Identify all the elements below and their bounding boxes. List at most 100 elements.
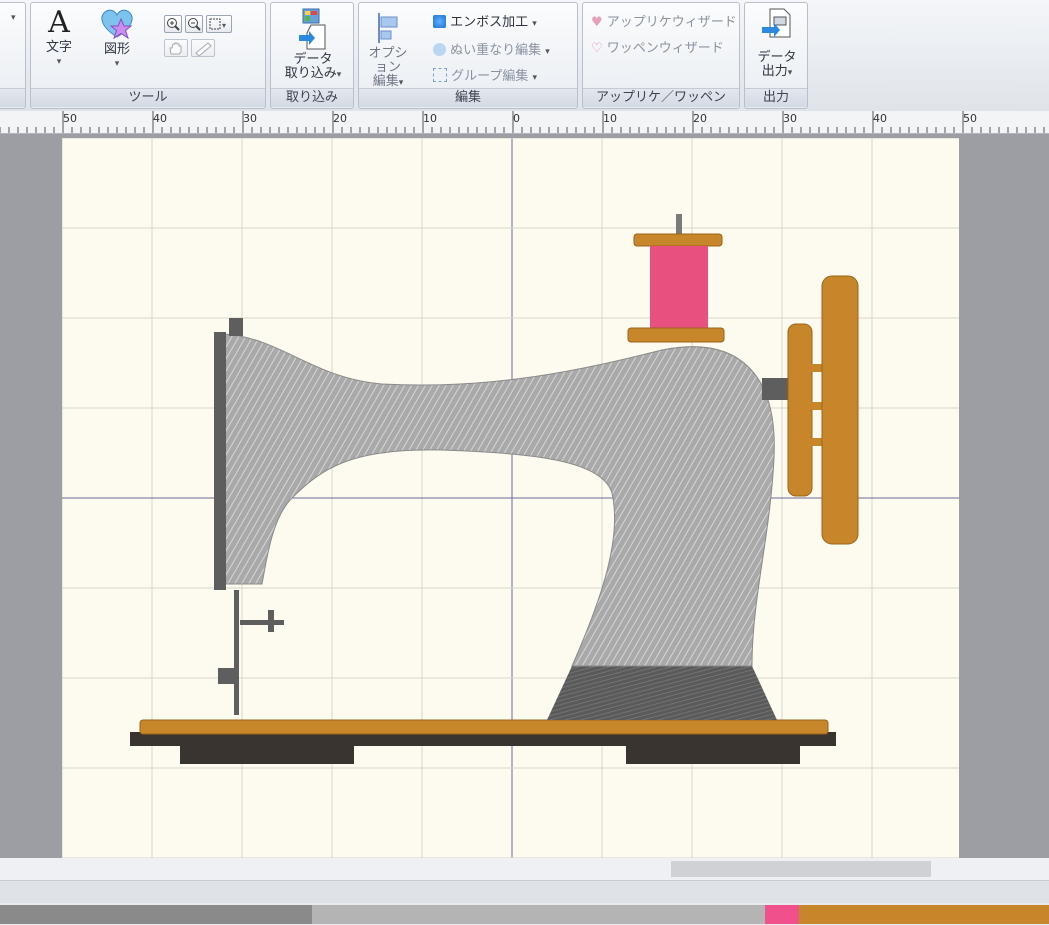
ruler-label: 40 [873,112,887,125]
stitch-overlap-button[interactable]: ぬい重なり編集 ▾ [433,39,550,58]
presser-lever [240,620,284,625]
ruler-label: 20 [693,112,707,125]
thread-color-segment[interactable] [312,905,765,924]
wheel-spoke [806,402,824,410]
design-work-area[interactable] [0,134,1049,858]
thread-color-segment[interactable] [799,905,1049,924]
horizontal-ruler: 50 40 30 20 10 0 10 20 30 40 50 [0,111,1049,134]
zoom-out-button[interactable] [185,15,203,33]
applique-wizard-button[interactable]: ♥ アップリケウィザード [591,11,737,30]
ruler-label: 50 [63,112,77,125]
hand-icon [169,42,182,55]
data-import-label-1: データ [293,52,333,67]
thread-color-sequence [0,903,1049,925]
spool-thread [650,246,708,330]
data-output-label-1: データ [757,50,797,65]
chevron-down-icon: ▾ [532,19,537,29]
letter-a-icon: A [48,5,70,40]
group-edit-label: グループ編集 [451,69,529,84]
machine-stand [547,666,777,720]
zoom-in-button[interactable] [164,15,182,33]
option-edit-label-1: オプション [368,46,408,75]
ribbon-group-output: データ 出力▾ 出力 [744,2,808,109]
emboss-icon [433,15,446,28]
overlap-icon [433,43,446,56]
spool-top [633,233,723,247]
data-import-label-2: 取り込み [284,66,337,81]
ribbon-group-tools: A 文字 ▾ 図形 ▾ ▾ ツール [30,2,266,109]
ruler-label: 50 [963,112,977,125]
data-output-button[interactable]: データ 出力▾ [749,7,805,80]
zoom-in-icon [167,18,180,31]
pan-button[interactable] [164,39,188,57]
needle-bar-post [214,332,226,590]
option-edit-button[interactable]: オプション 編集▾ [365,11,411,90]
emboss-button[interactable]: エンボス加工 ▾ [433,11,537,30]
heart-icon: ♥ [591,15,603,30]
chevron-down-icon: ▾ [336,70,342,80]
shape-tool-button[interactable]: 図形 ▾ [95,7,139,71]
group-label-tools: ツール [31,88,265,107]
ribbon: ▾ A 文字 ▾ 図形 ▾ ▾ ツール データ 取り込み▾ 取り込み オプション… [0,0,1049,111]
ribbon-group-applique: ♥ アップリケウィザード ♡ ワッペンウィザード アップリケ／ワッペン [582,2,740,109]
design-canvas[interactable] [62,138,959,858]
chevron-down-icon[interactable]: ▾ [11,13,16,23]
spool-pin [676,214,682,236]
heart-outline-icon: ♡ [591,41,603,56]
needle [234,590,239,715]
data-output-label-2: 出力 [761,64,788,79]
machine-body [221,333,775,667]
ribbon-group-clipped: ▾ [0,2,26,109]
status-bar [0,880,1049,903]
hand-wheel [821,275,859,545]
ruler-label: 10 [603,112,617,125]
group-label-import: 取り込み [271,88,353,107]
ruler-label: 30 [783,112,797,125]
group-icon [433,68,447,82]
wheel-spoke [806,438,824,446]
data-import-button[interactable]: データ 取り込み▾ [275,7,351,82]
chevron-down-icon: ▾ [545,47,550,57]
presser-lever-end [268,610,274,632]
chevron-down-icon: ▾ [532,73,538,83]
zoom-fit-button[interactable]: ▾ [206,15,232,33]
import-file-icon [299,8,326,50]
thread-color-segment[interactable] [765,905,799,924]
ruler-label: 10 [423,112,437,125]
patch-wizard-button[interactable]: ♡ ワッペンウィザード [591,37,724,56]
needle-bar-top [229,318,243,336]
ruler-label: 20 [333,112,347,125]
ruler-label: 30 [243,112,257,125]
group-label-edit: 編集 [359,88,577,107]
patch-wizard-label: ワッペンウィザード [606,41,724,56]
heart-star-icon [101,9,133,40]
chevron-down-icon: ▾ [787,68,793,78]
horizontal-scrollbar[interactable] [0,858,1049,880]
ruler-label: 0 [513,112,520,125]
export-file-icon [762,8,791,38]
ribbon-group-import: データ 取り込み▾ 取り込み [270,2,354,109]
group-label-output: 出力 [745,88,807,107]
emboss-label: エンボス加工 [450,15,529,30]
group-edit-button[interactable]: グループ編集 ▾ [433,65,537,84]
measure-button[interactable] [191,39,215,57]
svg-text:▾: ▾ [222,21,226,30]
group-label-clipped [0,88,25,107]
sewing-machine-design[interactable] [62,138,959,858]
thread-color-segment[interactable] [0,905,312,924]
ruler-label: 40 [153,112,167,125]
base-board [139,719,829,735]
text-tool-button[interactable]: A 文字 ▾ [39,7,79,69]
ribbon-group-edit: オプション 編集▾ エンボス加工 ▾ ぬい重なり編集 ▾ グループ編集 ▾ 編集 [358,2,578,109]
zoom-out-icon [188,18,201,31]
chevron-down-icon: ▾ [398,78,404,88]
scrollbar-thumb[interactable] [671,861,931,877]
ruler-icon [195,42,212,57]
group-label-applique: アップリケ／ワッペン [583,88,739,107]
zoom-fit-icon: ▾ [209,18,226,30]
wheel-spoke [806,364,824,372]
applique-wizard-label: アップリケウィザード [606,15,737,30]
chevron-down-icon: ▾ [56,57,62,67]
presser-foot [218,668,238,684]
stitch-overlap-label: ぬい重なり編集 [450,43,542,58]
